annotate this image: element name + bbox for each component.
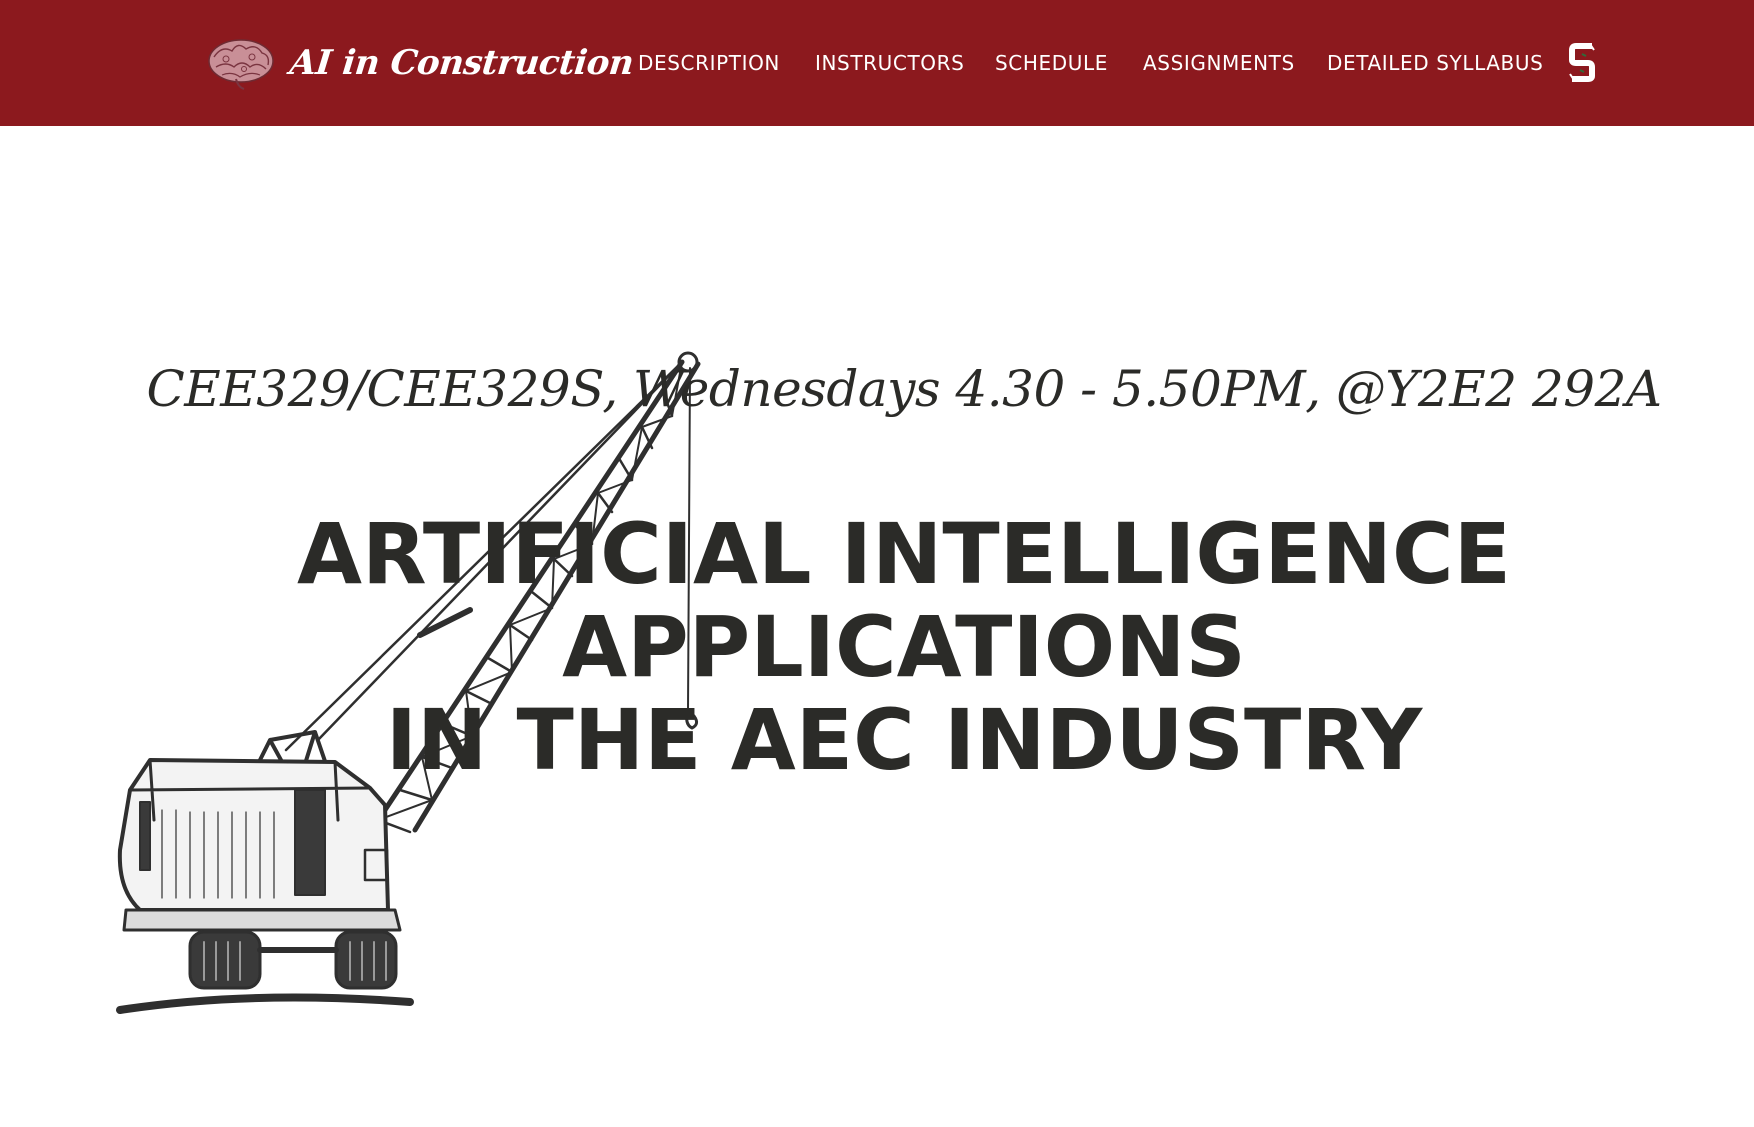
course-title-line-1: ARTIFICIAL INTELLIGENCE	[297, 505, 1511, 604]
nav-link-schedule[interactable]: SCHEDULE	[995, 48, 1108, 78]
course-title-line-2: APPLICATIONS	[562, 598, 1246, 697]
course-title-line-3: IN THE AEC INDUSTRY	[385, 691, 1423, 790]
nav-link-instructors[interactable]: INSTRUCTORS	[815, 48, 964, 78]
course-title: ARTIFICIAL INTELLIGENCE APPLICATIONS IN …	[0, 508, 1754, 787]
nav-link-description[interactable]: DESCRIPTION	[638, 48, 780, 78]
stanford-s-icon[interactable]	[1568, 40, 1598, 84]
nav-menu: DESCRIPTION INSTRUCTORS SCHEDULE ASSIGNM…	[0, 48, 1754, 78]
nav-link-detailed-syllabus[interactable]: DETAILED SYLLABUS	[1327, 48, 1543, 78]
nav-link-assignments[interactable]: ASSIGNMENTS	[1143, 48, 1295, 78]
top-navbar: AI in Construction DESCRIPTION INSTRUCTO…	[0, 0, 1754, 126]
course-info-subtitle: CEE329/CEE329S, Wednesdays 4.30 - 5.50PM…	[146, 360, 1663, 418]
